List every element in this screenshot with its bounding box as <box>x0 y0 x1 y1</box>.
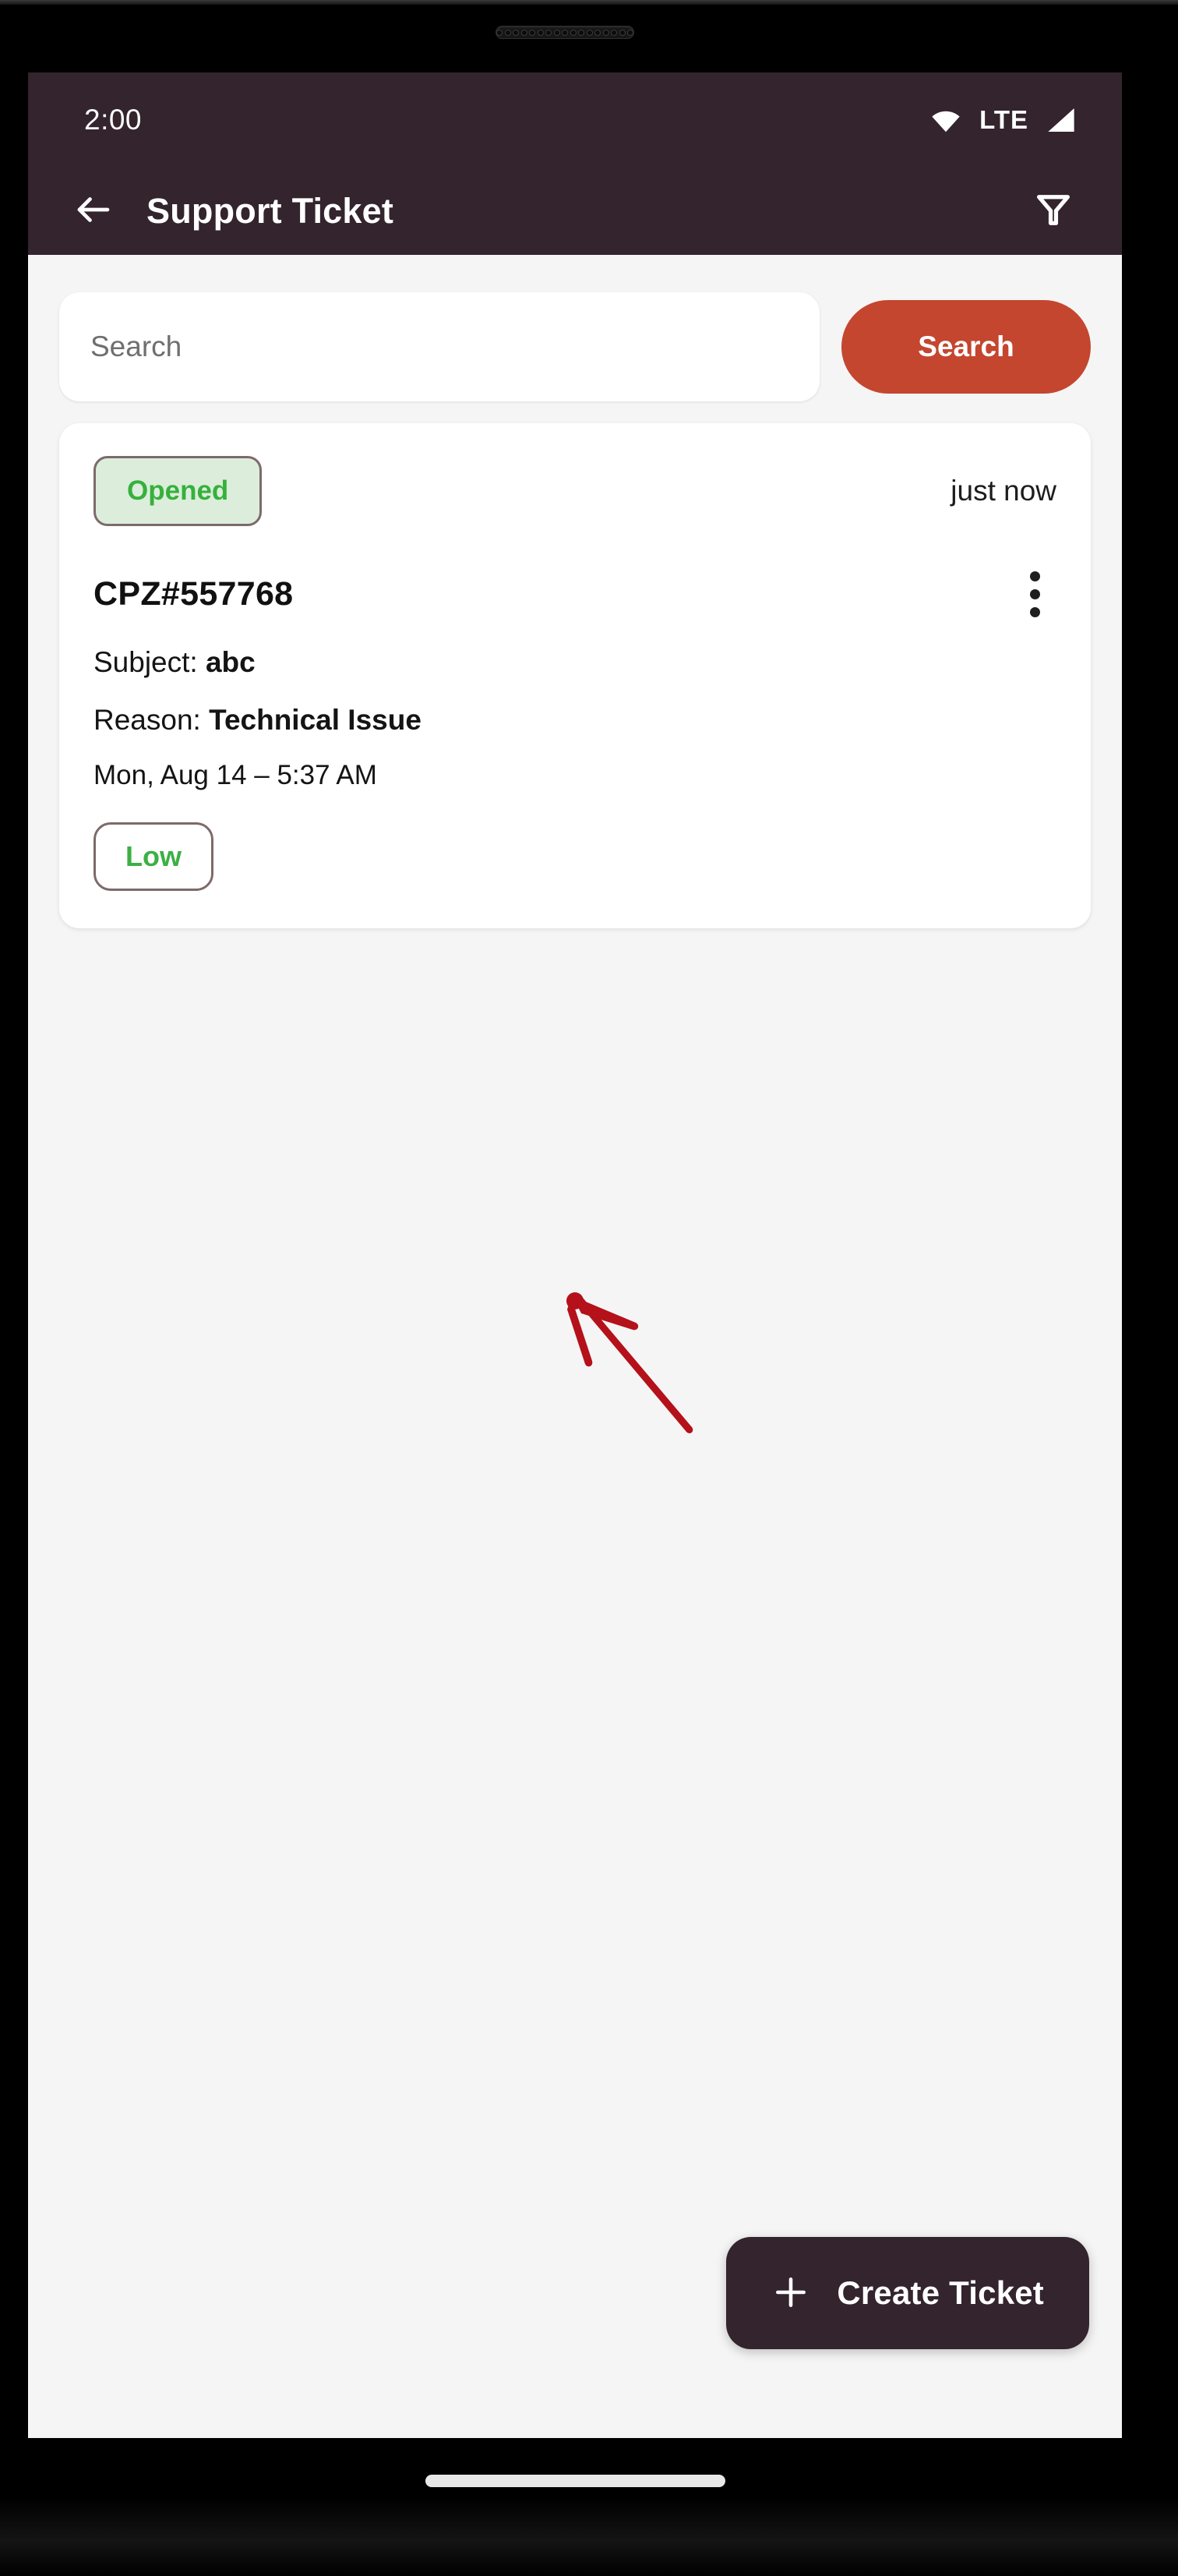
wifi-icon <box>929 107 962 133</box>
phone-screen: 2:00 LTE Support Ticket Search Search Op… <box>28 72 1122 2438</box>
ticket-subject-label: Subject: <box>93 646 206 678</box>
status-badge: Opened <box>93 456 263 526</box>
status-icons: LTE <box>929 105 1077 135</box>
plus-icon <box>771 2273 810 2314</box>
red-arrow-icon <box>558 1288 729 1444</box>
ticket-date: Mon, Aug 14 – 5:37 AM <box>93 760 377 790</box>
more-vertical-icon[interactable] <box>1013 567 1056 621</box>
ticket-subject-row: Subject: abc <box>93 646 1056 679</box>
ticket-id-row: CPZ#557768 <box>93 567 1056 621</box>
page-title: Support Ticket <box>146 191 394 231</box>
ticket-reason-label: Reason: <box>93 704 210 736</box>
filter-button[interactable] <box>1025 183 1081 239</box>
filter-funnel-icon <box>1033 189 1074 234</box>
network-type-label: LTE <box>979 105 1028 134</box>
ticket-reason-value: Technical Issue <box>209 704 421 736</box>
search-button[interactable]: Search <box>841 300 1091 394</box>
search-input[interactable] <box>59 292 820 401</box>
earpiece-speaker-icon <box>496 26 634 39</box>
ticket-list: Opened just now CPZ#557768 Subject: abc … <box>28 401 1122 928</box>
ticket-reason-row: Reason: Technical Issue <box>93 704 1056 737</box>
create-ticket-button[interactable]: Create Ticket <box>726 2237 1089 2349</box>
ticket-timestamp: just now <box>951 475 1056 507</box>
bezel-highlight <box>0 0 1178 5</box>
ticket-subject-value: abc <box>205 646 256 678</box>
create-ticket-label: Create Ticket <box>837 2274 1044 2311</box>
status-bar: 2:00 LTE <box>28 72 1122 168</box>
search-row: Search <box>28 255 1122 401</box>
ticket-id: CPZ#557768 <box>93 574 294 613</box>
app-bar: Support Ticket <box>28 168 1122 255</box>
arrow-left-icon <box>72 189 115 235</box>
signal-bars-icon <box>1046 107 1077 133</box>
ticket-card[interactable]: Opened just now CPZ#557768 Subject: abc … <box>59 423 1091 928</box>
back-button[interactable] <box>65 183 122 239</box>
device-frame: 2:00 LTE Support Ticket Search Search Op… <box>0 0 1178 2576</box>
priority-badge: Low <box>93 822 213 891</box>
status-clock: 2:00 <box>84 104 143 136</box>
home-gesture-pill[interactable] <box>425 2475 725 2487</box>
bezel-bottom-glow <box>0 2498 1178 2576</box>
ticket-card-header: Opened just now <box>93 456 1056 526</box>
